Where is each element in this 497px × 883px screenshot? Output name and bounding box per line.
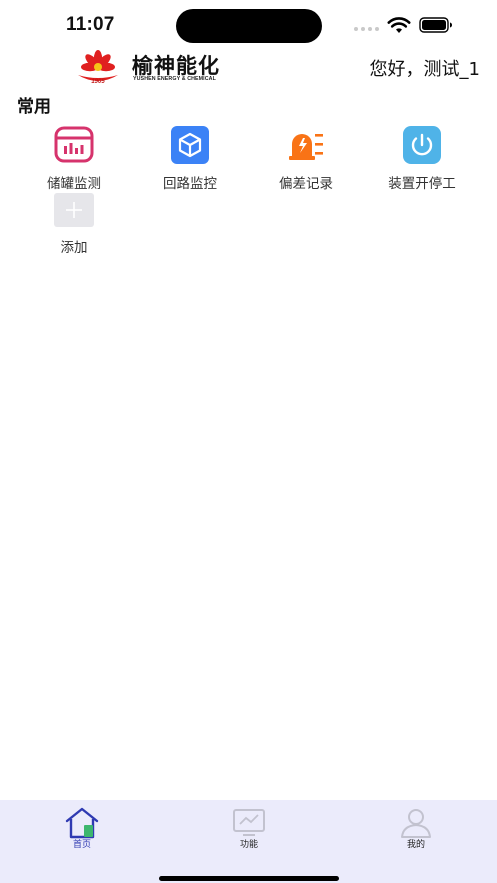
section-title-common: 常用 bbox=[17, 97, 51, 117]
cellular-signal-icon bbox=[354, 27, 380, 32]
monitor-chart-icon bbox=[233, 809, 265, 836]
grid-label: 偏差记录 bbox=[279, 176, 333, 192]
power-icon bbox=[403, 126, 441, 164]
tab-label: 我的 bbox=[406, 840, 425, 850]
alarm-light-icon bbox=[289, 134, 323, 160]
grid-item-tank-monitoring[interactable]: 储罐监测 bbox=[19, 125, 129, 195]
logo-year: 1905 bbox=[91, 79, 105, 85]
grid-item-add[interactable]: 添加 bbox=[19, 193, 129, 263]
grid-label: 储罐监测 bbox=[47, 176, 101, 192]
status-time: 11:07 bbox=[66, 14, 115, 35]
user-icon bbox=[401, 809, 431, 838]
tab-functions[interactable]: 功能 bbox=[189, 800, 309, 860]
add-icon bbox=[54, 193, 94, 227]
cube-icon bbox=[171, 126, 209, 164]
grid-label: 回路监控 bbox=[163, 176, 217, 192]
home-icon bbox=[65, 807, 99, 839]
grid-item-deviation-record[interactable]: 偏差记录 bbox=[251, 125, 361, 195]
tab-label: 功能 bbox=[239, 840, 258, 850]
sunflower-logo-icon: 1905 bbox=[78, 50, 118, 85]
tank-monitor-icon bbox=[54, 126, 94, 163]
grid-label: 装置开停工 bbox=[388, 176, 456, 192]
tab-home[interactable]: 首页 bbox=[22, 800, 142, 860]
dynamic-island bbox=[176, 9, 322, 43]
user-greeting: 您好，测试_1 bbox=[369, 59, 480, 80]
tab-label: 首页 bbox=[72, 840, 91, 850]
tab-mine[interactable]: 我的 bbox=[356, 800, 476, 860]
wifi-icon bbox=[387, 17, 411, 33]
grid-item-device-start-stop[interactable]: 装置开停工 bbox=[367, 125, 477, 195]
home-indicator bbox=[159, 876, 339, 881]
grid-item-loop-control[interactable]: 回路监控 bbox=[135, 125, 245, 195]
status-bar: 11:07 bbox=[0, 0, 497, 50]
battery-icon bbox=[419, 17, 452, 33]
logo-english-name: YUSHEN ENERGY & CHEMICAL bbox=[133, 76, 216, 82]
company-logo: 1905 榆神能化 YUSHEN ENERGY & CHEMICAL bbox=[72, 49, 232, 87]
grid-label: 添加 bbox=[60, 240, 88, 256]
bottom-tab-bar: 首页 功能 我的 bbox=[0, 800, 497, 883]
